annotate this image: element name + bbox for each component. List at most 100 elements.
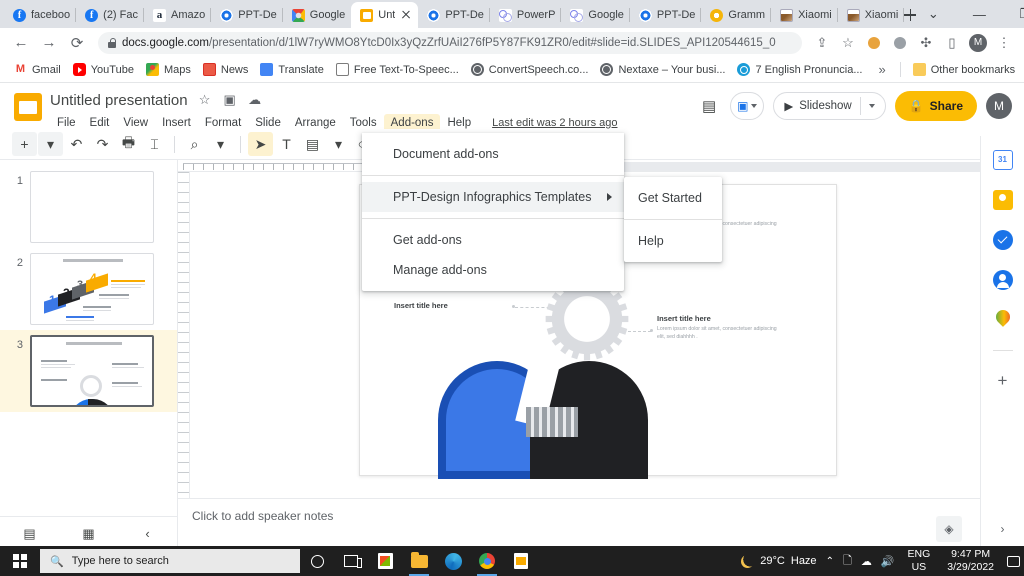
file-explorer-button[interactable] <box>402 546 436 576</box>
slideshow-caret-icon[interactable] <box>868 104 875 108</box>
block-body-4[interactable]: Lorem ipsum dolor sit amet, consectetuer… <box>657 326 777 342</box>
cookie-icon[interactable] <box>862 31 886 55</box>
star-icon[interactable]: ☆ <box>197 92 213 108</box>
weather-widget[interactable]: 29°C Haze <box>741 554 817 568</box>
bookmark-item[interactable]: Free Text-To-Speec... <box>330 61 465 78</box>
submenu-item-get-started[interactable]: Get Started <box>624 183 722 213</box>
google-calendar-icon[interactable] <box>992 150 1013 170</box>
image-dropdown[interactable]: ▾ <box>326 132 351 156</box>
print-button[interactable]: 🖶 <box>116 132 141 156</box>
block-title-3[interactable]: Insert title here <box>394 301 448 310</box>
menu-item-ppt-design-infographics-templates[interactable]: PPT-Design Infographics Templates <box>362 182 624 212</box>
slide-thumbnail-2[interactable]: 2 1 2 3 4 <box>0 248 177 330</box>
browser-tab[interactable]: Google <box>283 2 351 28</box>
bookmark-item[interactable]: 7 English Pronuncia... <box>731 61 868 78</box>
bookmark-item[interactable]: Translate <box>254 61 329 78</box>
microsoft-edge-button[interactable] <box>436 546 470 576</box>
paint-format-button[interactable]: ⌶ <box>142 132 167 156</box>
bookmark-item[interactable]: News <box>197 61 255 78</box>
filmstrip-view-button[interactable]: ▤ <box>16 526 44 542</box>
slideshow-button[interactable]: ▶ Slideshow <box>773 92 886 120</box>
google-maps-icon[interactable] <box>993 310 1013 330</box>
close-tab-icon[interactable] <box>400 9 412 21</box>
language-indicator[interactable]: ENG US <box>904 548 935 574</box>
browser-tab[interactable]: Unt <box>351 2 419 28</box>
action-center-button[interactable] <box>1007 555 1020 567</box>
side-panel-icon[interactable]: ▯ <box>940 31 964 55</box>
menu-item-get-addons[interactable]: Get add-ons <box>362 225 624 255</box>
browser-tab[interactable]: Gramm <box>701 2 771 28</box>
bookmarks-overflow-button[interactable]: » <box>871 62 894 77</box>
menu-item-manage-addons[interactable]: Manage add-ons <box>362 255 624 285</box>
chrome-menu-icon[interactable]: ⋮ <box>992 31 1016 55</box>
redo-button[interactable]: ↷ <box>90 132 115 156</box>
new-slide-button[interactable]: + <box>12 132 37 156</box>
google-contacts-icon[interactable] <box>992 270 1013 290</box>
browser-tab[interactable]: Xiaomi <box>838 2 905 28</box>
browser-tab[interactable]: a Amazo <box>144 2 212 28</box>
submenu-item-help[interactable]: Help <box>624 226 722 256</box>
explore-button[interactable]: ◈ <box>936 516 962 542</box>
reload-button[interactable]: ⟳ <box>64 30 90 56</box>
back-button[interactable]: ← <box>8 30 34 56</box>
expand-rail-button[interactable]: › <box>1001 522 1005 536</box>
show-hidden-icons-button[interactable]: ⌃ <box>826 556 834 567</box>
slide-filmstrip[interactable]: 1 2 1 2 3 4 3 <box>0 160 178 498</box>
tab-search-button[interactable]: ⌄ <box>910 0 956 28</box>
browser-tab[interactable]: PPT-De <box>418 2 490 28</box>
microsoft-store-button[interactable] <box>368 546 402 576</box>
browser-tab[interactable]: Google <box>561 2 631 28</box>
other-bookmarks-button[interactable]: Other bookmarks <box>907 61 1021 78</box>
present-options-button[interactable]: ▣ <box>730 92 765 120</box>
bookmark-item[interactable]: Nextaxe – Your busi... <box>594 61 731 78</box>
bookmark-item[interactable]: Maps <box>140 61 197 78</box>
insert-image-button[interactable]: ▤ <box>300 132 325 156</box>
maximize-button[interactable]: ❐ <box>1002 0 1024 28</box>
browser-tab[interactable]: f (2) Fac <box>76 2 144 28</box>
menu-item-document-addons[interactable]: Document add-ons <box>362 139 624 169</box>
hide-filmstrip-button[interactable]: ‹ <box>134 526 162 541</box>
browser-tab[interactable]: PPT-De <box>211 2 283 28</box>
extensions-puzzle-icon[interactable]: ✣ <box>914 31 938 55</box>
address-bar[interactable]: docs.google.com/presentation/d/1lW7ryWMO… <box>98 31 802 54</box>
grid-view-button[interactable]: ▦ <box>75 526 103 542</box>
cortana-button[interactable] <box>300 546 334 576</box>
addons-submenu[interactable]: Get Started Help <box>624 177 722 262</box>
browser-tab[interactable]: f faceboo <box>4 2 77 28</box>
browser-tab[interactable]: PowerP <box>490 2 562 28</box>
bookmark-item[interactable]: Gmail <box>8 61 67 78</box>
battery-icon[interactable]: 🗋 <box>843 552 852 571</box>
google-chrome-button[interactable] <box>470 546 504 576</box>
slide-thumbnail-3[interactable]: 3 <box>0 330 177 412</box>
browser-tab[interactable]: Xiaomi <box>771 2 838 28</box>
volume-icon[interactable]: 🔊 <box>881 555 895 568</box>
zoom-dropdown[interactable]: ▾ <box>208 132 233 156</box>
last-edit-label[interactable]: Last edit was 2 hours ago <box>492 117 617 129</box>
task-view-button[interactable] <box>334 546 368 576</box>
move-to-folder-icon[interactable]: ▣ <box>222 92 238 108</box>
google-keep-icon[interactable] <box>992 190 1013 210</box>
account-avatar[interactable]: M <box>986 93 1012 119</box>
google-slides-app-button[interactable] <box>504 546 538 576</box>
add-addon-button[interactable]: + <box>998 371 1008 391</box>
speaker-notes-area[interactable]: Click to add speaker notes ◈ <box>178 498 1024 550</box>
share-link-icon[interactable]: ⇪ <box>810 31 834 55</box>
document-title[interactable]: Untitled presentation <box>50 92 188 109</box>
new-slide-dropdown[interactable]: ▾ <box>38 132 63 156</box>
handshake-graphic[interactable] <box>438 355 648 485</box>
browser-tab[interactable]: PPT-De <box>630 2 702 28</box>
network-icon[interactable]: ☁ <box>861 555 872 568</box>
addons-dropdown-menu[interactable]: Document add-ons PPT-Design Infographics… <box>362 133 624 291</box>
bookmark-item[interactable]: ConvertSpeech.co... <box>465 61 595 78</box>
google-tasks-icon[interactable] <box>992 230 1013 250</box>
profile-avatar[interactable]: M <box>966 31 990 55</box>
zoom-button[interactable]: ⌕ <box>182 132 207 156</box>
taskbar-search-input[interactable]: 🔍 Type here to search <box>40 549 300 573</box>
globe-icon[interactable] <box>888 31 912 55</box>
undo-button[interactable]: ↶ <box>64 132 89 156</box>
cloud-saved-icon[interactable]: ☁ <box>247 92 263 108</box>
slide-thumbnail-1[interactable]: 1 <box>0 166 177 248</box>
minimize-button[interactable]: — <box>956 0 1002 28</box>
comment-history-icon[interactable]: ▤ <box>697 94 721 118</box>
forward-button[interactable]: → <box>36 30 62 56</box>
